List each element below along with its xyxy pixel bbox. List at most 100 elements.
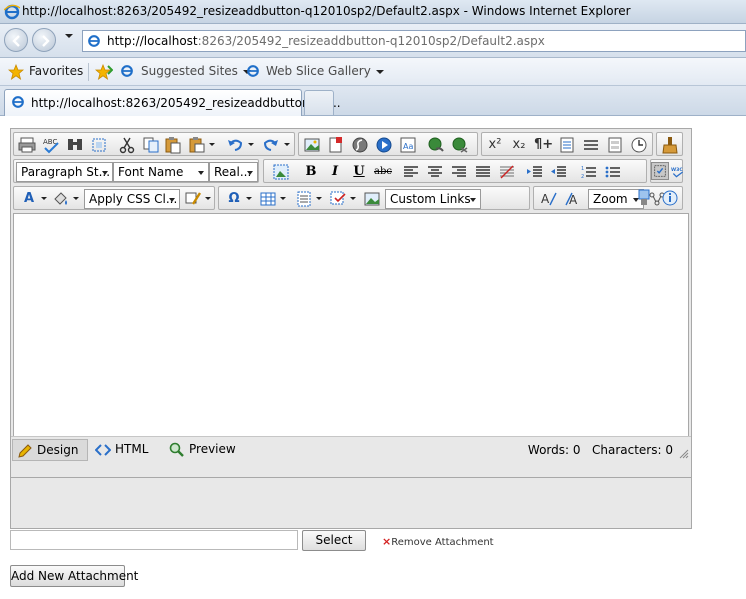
redo-dropdown[interactable] [284,143,290,146]
insert-table-icon[interactable] [259,190,277,208]
template-manager-icon[interactable]: Aa [399,136,417,154]
superscript-button[interactable]: x² [486,136,504,154]
insert-list-dropdown[interactable] [316,197,322,200]
indent-icon[interactable] [526,163,544,181]
paragraph-style-dropdown[interactable]: Paragraph St... [16,162,113,182]
editor-mode-bar: Design HTML Preview Words: 0 Characters:… [11,436,691,462]
fore-color-button[interactable]: A [20,190,38,208]
bulleted-list-icon[interactable] [604,163,622,181]
font-name-dropdown[interactable]: Font Name [113,162,209,182]
flash-manager-icon[interactable] [351,136,369,154]
paste-icon[interactable] [164,136,182,154]
format-brush-dropdown[interactable] [205,197,211,200]
insert-symbol-dropdown[interactable] [246,197,252,200]
paste-options-dropdown[interactable] [209,143,215,146]
tab-default2[interactable]: http://localhost:8263/205492_resizeaddbu… [4,89,341,116]
justify-center-icon[interactable] [426,163,444,181]
font-size-dropdown[interactable]: Real... [209,162,258,182]
forward-arrow-icon [42,35,50,47]
tab-design[interactable]: Design [12,439,88,461]
address-bar[interactable]: http://localhost:8263/205492_resizeaddbu… [82,30,746,52]
spellcheck-icon[interactable]: ABC [42,136,60,154]
justify-full-icon[interactable] [474,163,492,181]
justify-right-icon[interactable] [450,163,468,181]
insert-custom-link-icon[interactable] [329,190,347,208]
remove-x-icon: × [382,535,392,548]
forward-button[interactable] [32,28,56,52]
character-count: 0 [665,443,673,457]
tab-preview[interactable]: Preview [165,439,245,461]
toolbar-group-format: x² x₂ ¶+ [481,132,653,156]
subscript-button[interactable]: x₂ [510,136,528,154]
toggle-screen-mode-icon[interactable] [635,189,653,207]
insert-table-dropdown[interactable] [280,197,286,200]
add-to-favorites-bar-icon[interactable] [95,64,113,80]
convert-to-lower-icon[interactable]: A [564,190,582,208]
select-button[interactable]: Select [302,530,366,551]
italic-button[interactable]: I [326,163,344,181]
document-manager-icon[interactable] [327,136,345,154]
resize-grip-icon[interactable] [679,449,689,459]
insert-custom-link-dropdown[interactable] [350,197,356,200]
horizontal-rule-icon[interactable] [582,136,600,154]
insert-symbol-button[interactable]: Ω [225,190,243,208]
attachment-file-input[interactable] [10,530,298,550]
back-color-dropdown[interactable] [73,197,79,200]
help-icon[interactable] [661,189,679,207]
redo-icon[interactable] [262,136,280,154]
new-tab-button[interactable] [304,90,334,115]
justify-none-icon[interactable] [498,163,516,181]
tab-html[interactable]: HTML [91,439,161,461]
bold-button[interactable]: B [302,163,320,181]
insert-list-icon[interactable] [295,190,313,208]
insert-image-icon[interactable] [363,190,381,208]
undo-icon[interactable] [226,136,244,154]
back-color-icon[interactable] [52,190,70,208]
xhtml-validator-icon[interactable]: W3C [671,163,685,181]
favorites-button[interactable]: Favorites [29,64,83,78]
toolbar-group-insert-special: Ω Custom Links [218,186,530,210]
numbered-list-icon[interactable]: 12 [580,163,598,181]
paste-options-icon[interactable] [188,136,206,154]
copy-icon[interactable] [142,136,160,154]
add-new-attachment-button[interactable]: Add New Attachment [10,565,138,587]
media-manager-icon[interactable] [375,136,393,154]
insert-snippet-icon[interactable] [558,136,576,154]
outdent-icon[interactable] [550,163,568,181]
apply-css-class-dropdown[interactable]: Apply CSS Cl... [84,189,180,209]
image-manager-icon[interactable] [303,136,321,154]
convert-to-upper-icon[interactable]: A [540,190,558,208]
editor-content-area[interactable] [13,213,689,437]
fore-color-dropdown[interactable] [41,197,47,200]
select-all-icon[interactable] [90,136,108,154]
print-icon[interactable] [18,136,36,154]
custom-links-dropdown[interactable]: Custom Links [385,189,481,209]
insert-form-icon[interactable] [606,136,624,154]
word-count: 0 [572,443,581,457]
tab-bar: http://localhost:8263/205492_resizeaddbu… [0,86,746,116]
toggle-borders-icon[interactable] [651,162,669,180]
toolbar-group-text: B I U abc 12 [263,159,647,183]
cut-icon[interactable] [118,136,136,154]
strikethrough-button[interactable]: abc [372,163,394,181]
tab-ie-icon [12,96,24,108]
toolbar-row-2: Paragraph St... Font Name Real... B I U … [13,159,689,183]
underline-button[interactable]: U [350,163,368,181]
back-button[interactable] [4,28,28,52]
hyperlink-icon[interactable] [427,136,445,154]
suggested-sites-button[interactable]: Suggested Sites [141,64,251,78]
format-brush-icon[interactable] [184,190,202,208]
insert-date-time-icon[interactable] [630,136,648,154]
remove-attachment-link[interactable]: ×Remove Attachment [382,535,494,548]
paragraph-mark-button[interactable]: ¶+ [534,136,553,154]
toolbar-group-clipboard: ABC [13,132,295,156]
undo-dropdown[interactable] [248,143,254,146]
web-slice-gallery-button[interactable]: Web Slice Gallery [266,64,384,78]
justify-left-icon[interactable] [402,163,420,181]
format-stripper-icon[interactable] [661,136,679,154]
find-replace-icon[interactable] [66,136,84,154]
recent-pages-dropdown[interactable] [65,34,73,38]
remove-hyperlink-icon[interactable] [451,136,469,154]
favorites-separator [88,63,89,81]
image-map-icon[interactable] [272,163,290,181]
